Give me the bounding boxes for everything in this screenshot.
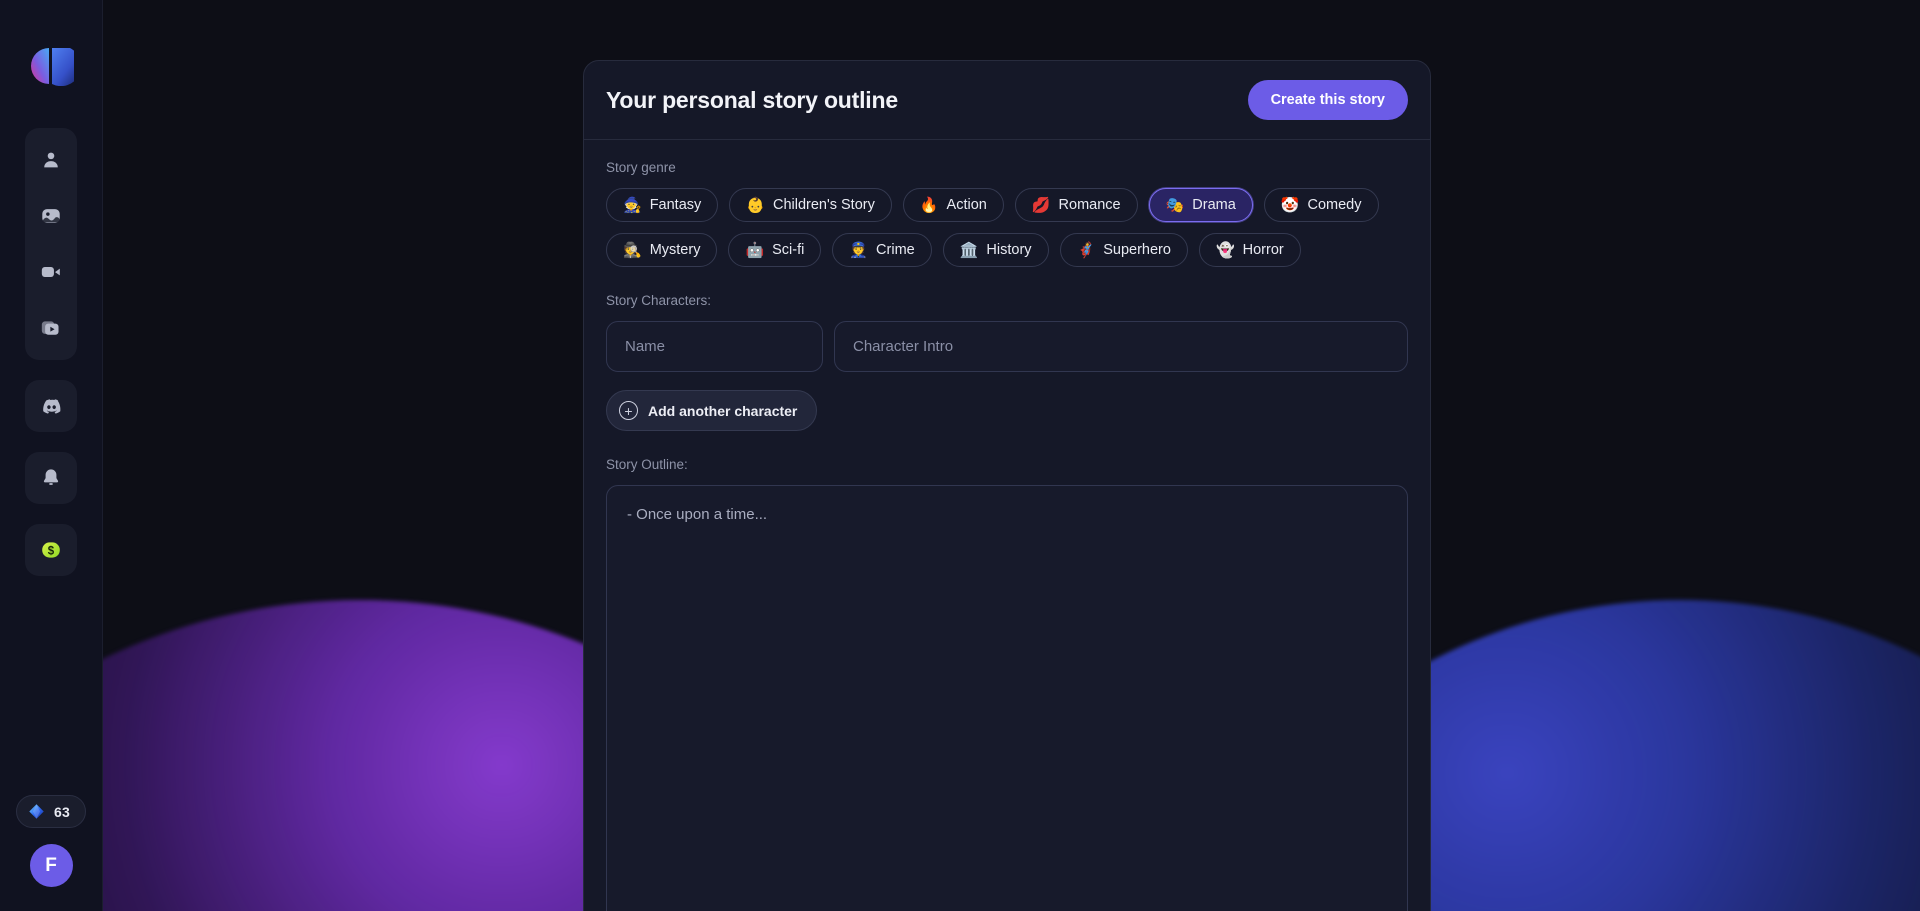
- story-characters-label: Story Characters:: [606, 293, 712, 308]
- genre-chip-mystery[interactable]: 🕵️ Mystery: [606, 233, 718, 267]
- story-genre-label: Story genre: [606, 160, 676, 175]
- story-outline-card: Your personal story outline Create this …: [583, 60, 1431, 911]
- credits-count: 63: [54, 803, 70, 820]
- genre-emoji-icon: 🤖: [745, 241, 765, 259]
- genre-chip-children-s-story[interactable]: 👶 Children's Story: [729, 188, 892, 222]
- media-stack-icon: [41, 321, 59, 335]
- image-icon: [42, 209, 60, 223]
- genre-emoji-icon: 👮: [849, 241, 869, 259]
- genre-chip-sci-fi[interactable]: 🤖 Sci-fi: [728, 233, 822, 267]
- plus-icon: +: [619, 401, 638, 420]
- genre-chip-label: Romance: [1058, 197, 1121, 213]
- genre-chip-label: Drama: [1192, 197, 1236, 213]
- money-icon: $: [42, 542, 60, 558]
- card-header: Your personal story outline Create this …: [584, 61, 1430, 140]
- genre-chip-horror[interactable]: 👻 Horror: [1198, 233, 1301, 267]
- genre-chip-label: Sci-fi: [772, 242, 805, 258]
- genre-chip-label: Superhero: [1103, 242, 1171, 258]
- sidebar-item-characters[interactable]: [25, 132, 77, 188]
- sidebar-item-library[interactable]: [25, 300, 77, 356]
- genre-emoji-icon: 🎭: [1165, 196, 1185, 214]
- sidebar-item-video[interactable]: [25, 244, 77, 300]
- genre-chip-action[interactable]: 🔥 Action: [902, 188, 1004, 222]
- genre-chip-comedy[interactable]: 🤡 Comedy: [1263, 188, 1379, 222]
- genre-emoji-icon: 🏛️: [959, 241, 979, 259]
- genre-chip-label: Action: [946, 197, 987, 213]
- genre-chip-label: Fantasy: [649, 197, 702, 213]
- genre-chip-crime[interactable]: 👮 Crime: [832, 233, 932, 267]
- genre-chip-label: History: [986, 242, 1032, 258]
- genre-emoji-icon: 💋: [1031, 196, 1051, 214]
- sidebar-item-notifications[interactable]: [25, 452, 77, 504]
- video-camera-icon: [41, 267, 60, 277]
- genre-emoji-icon: 🔥: [919, 196, 939, 214]
- genre-chip-fantasy[interactable]: 🧙 Fantasy: [606, 188, 719, 222]
- genre-chip-row-2: 🕵️ Mystery 🤖 Sci-fi 👮 Crime 🏛️ History 🦸 Superher…: [606, 233, 1408, 267]
- genre-chip-romance[interactable]: 💋 Romance: [1014, 188, 1138, 222]
- genre-emoji-icon: 🧙: [623, 196, 642, 214]
- genre-chip-label: Crime: [876, 242, 915, 258]
- sidebar-nav-group: [25, 128, 77, 360]
- discord-icon: [42, 398, 60, 414]
- genre-chip-drama[interactable]: 🎭 Drama: [1148, 188, 1253, 222]
- genre-emoji-icon: 🤡: [1280, 196, 1300, 214]
- genre-chip-label: Children's Story: [772, 197, 875, 213]
- avatar[interactable]: F: [29, 844, 73, 887]
- genre-emoji-icon: 👻: [1215, 241, 1235, 259]
- person-icon: [44, 152, 58, 168]
- app-logo[interactable]: [28, 46, 74, 86]
- card-body: Story genre 🧙 Fantasy 👶 Children's Story 🔥 Ac…: [584, 140, 1430, 911]
- genre-chip-superhero[interactable]: 🦸 Superhero: [1059, 233, 1188, 267]
- story-outline-textarea[interactable]: [606, 485, 1408, 911]
- add-another-character-button[interactable]: + Add another character: [606, 390, 818, 431]
- create-story-button[interactable]: Create this story: [1247, 80, 1408, 120]
- genre-chip-label: Comedy: [1307, 197, 1362, 213]
- character-intro-input[interactable]: [834, 321, 1408, 372]
- sidebar: $ 63 F: [0, 0, 103, 911]
- genre-emoji-icon: 🕵️: [623, 241, 642, 259]
- character-name-input[interactable]: [606, 321, 823, 372]
- sidebar-item-billing[interactable]: $: [25, 524, 77, 576]
- genre-emoji-icon: 👶: [746, 196, 765, 214]
- genre-chip-label: Mystery: [649, 242, 701, 258]
- genre-chip-row-1: 🧙 Fantasy 👶 Children's Story 🔥 Action 💋 Romance…: [606, 188, 1408, 222]
- svg-text:$: $: [48, 546, 55, 558]
- add-another-character-label: Add another character: [648, 402, 798, 419]
- story-outline-label: Story Outline:: [606, 457, 688, 472]
- genre-chip-label: Horror: [1242, 242, 1284, 258]
- genre-emoji-icon: 🦸: [1076, 241, 1096, 259]
- page-title: Your personal story outline: [606, 86, 898, 113]
- app-root: $ 63 F Your personal story outline Creat…: [0, 0, 1920, 911]
- credits-pill[interactable]: 63: [16, 795, 86, 828]
- character-inputs-row: [606, 321, 1408, 372]
- gem-icon: [29, 804, 44, 819]
- bell-icon: [43, 469, 59, 485]
- sidebar-item-discord[interactable]: [25, 380, 77, 432]
- genre-chip-history[interactable]: 🏛️ History: [942, 233, 1049, 267]
- sidebar-item-images[interactable]: [25, 188, 77, 244]
